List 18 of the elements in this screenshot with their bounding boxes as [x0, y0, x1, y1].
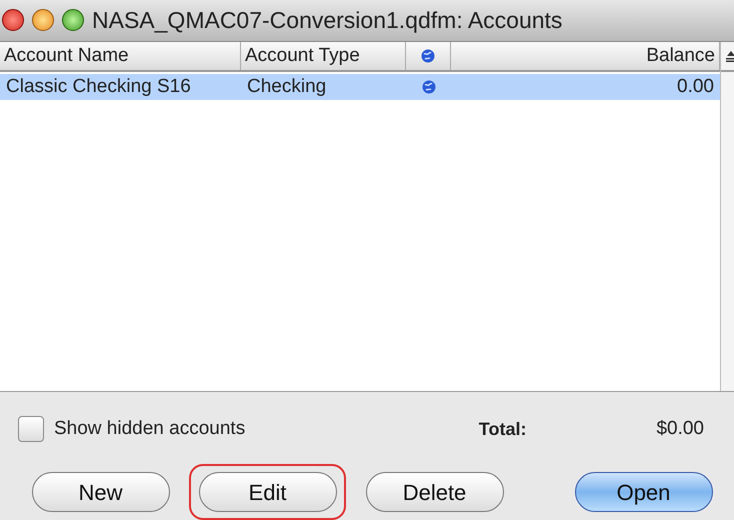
dialog-button[interactable]: New [32, 472, 170, 512]
close-icon[interactable] [2, 9, 24, 32]
dialog-button[interactable]: Open [574, 472, 712, 512]
globe-icon [422, 80, 436, 94]
table-row[interactable]: Classic Checking S16 Checking 0.00 [0, 74, 720, 100]
total-label: Total: [478, 418, 526, 440]
table-cell-text: Classic Checking S16 [6, 74, 191, 99]
column-header[interactable]: Account Name [0, 42, 241, 70]
dialog-button[interactable]: Edit [198, 472, 336, 512]
show-hidden-checkbox[interactable]: Show hidden accounts [18, 414, 246, 444]
zoom-icon[interactable] [62, 9, 84, 32]
column-header[interactable]: Account Type [241, 42, 406, 70]
table-cell-text: 0.00 [677, 74, 714, 99]
dialog-button[interactable]: Delete [366, 472, 504, 512]
table-cell-text: Checking [247, 74, 326, 99]
minimize-icon[interactable] [32, 9, 54, 32]
total-value: $0.00 [656, 416, 704, 441]
window-title: NASA_QMAC07-Conversion1.qdfm: Accounts [92, 6, 562, 36]
